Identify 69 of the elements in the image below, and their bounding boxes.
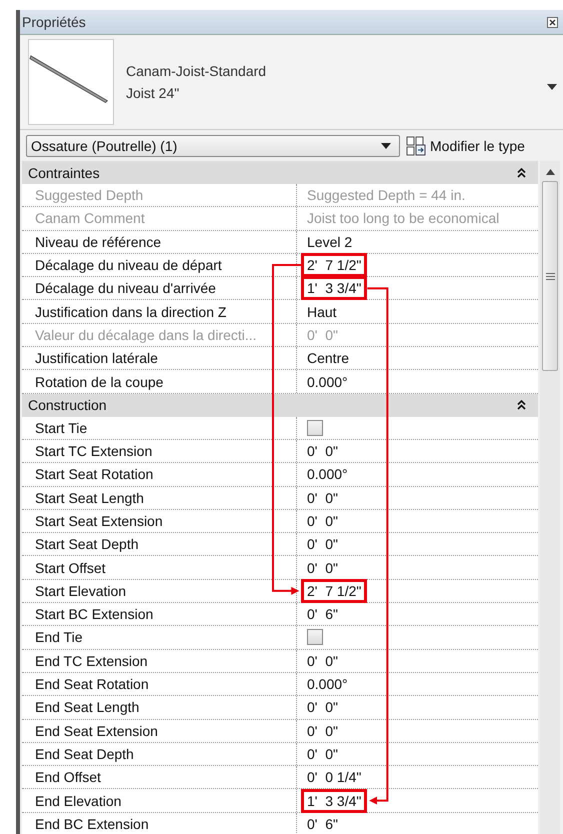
property-name: End BC Extension <box>22 812 297 834</box>
checkbox[interactable] <box>307 420 323 436</box>
property-name: Start Elevation <box>22 580 297 602</box>
scroll-thumb[interactable] <box>542 181 558 371</box>
property-name: Start TC Extension <box>22 440 297 462</box>
caret-icon <box>547 84 557 90</box>
property-name: Décalage du niveau de départ <box>22 254 297 276</box>
section-header[interactable]: Construction <box>22 394 538 417</box>
property-name: Décalage du niveau d'arrivée <box>22 277 297 300</box>
property-value[interactable]: 0' 0" <box>301 695 344 720</box>
highlighted-value[interactable]: 1' 3 3/4" <box>301 276 368 300</box>
property-name: End Offset <box>22 766 297 788</box>
scrollbar[interactable] <box>540 161 560 834</box>
property-name: End Tie <box>22 626 297 649</box>
highlighted-value[interactable]: 1' 3 3/4" <box>301 788 368 813</box>
property-name: Niveau de référence <box>22 230 297 253</box>
property-name: Suggested Depth <box>22 184 297 206</box>
property-name: Justification latérale <box>22 347 297 370</box>
panel-title: Propriétés <box>22 14 86 30</box>
highlighted-value[interactable]: 2' 7 1/2" <box>301 578 368 603</box>
property-name: End Elevation <box>22 789 297 812</box>
property-name: Canam Comment <box>22 207 297 230</box>
section-title: Construction <box>28 397 107 414</box>
property-name: Justification dans la direction Z <box>22 300 297 323</box>
property-value[interactable]: 0' 0" <box>301 556 344 580</box>
edit-type-icon <box>406 136 426 156</box>
property-name: Start Seat Rotation <box>22 463 297 486</box>
filter-dropdown[interactable]: Ossature (Poutrelle) (1) <box>26 135 400 157</box>
property-name: Start Seat Length <box>22 486 297 509</box>
property-value[interactable]: Level 2 <box>301 230 358 254</box>
property-name: Start Offset <box>22 556 297 579</box>
property-value[interactable]: 0' 0" <box>301 718 344 743</box>
property-value[interactable]: 0' 0 1/4" <box>301 765 368 790</box>
section-title: Contraintes <box>28 164 100 180</box>
type-name: Joist 24" <box>126 85 180 101</box>
property-value[interactable]: 0' 0" <box>301 648 344 673</box>
property-value[interactable]: 0' 0" <box>301 486 344 510</box>
property-name: Start Seat Depth <box>22 533 297 556</box>
family-name: Canam-Joist-Standard <box>126 63 268 79</box>
property-name: End Seat Extension <box>22 720 297 742</box>
property-value[interactable]: 0' 0" <box>301 439 344 464</box>
property-value[interactable]: Haut <box>301 300 343 324</box>
property-name: Rotation de la coupe <box>22 370 297 393</box>
property-name: End Seat Length <box>22 696 297 719</box>
property-name: Start Tie <box>22 416 297 439</box>
scroll-up-icon <box>546 169 554 175</box>
property-value[interactable]: 0' 0" <box>301 742 344 766</box>
property-name: End Seat Depth <box>22 742 297 766</box>
edit-type-button[interactable]: Modifier le type <box>406 136 525 156</box>
property-name: End TC Extension <box>22 650 297 672</box>
property-value[interactable]: 0' 0" <box>301 509 344 534</box>
caret-icon <box>381 143 391 149</box>
property-value[interactable]: 0.000° <box>301 370 354 394</box>
close-button[interactable] <box>546 16 559 28</box>
property-value[interactable]: Centre <box>301 346 356 370</box>
checkbox[interactable] <box>307 629 323 646</box>
property-value[interactable]: 0' 6" <box>301 602 344 626</box>
property-value[interactable]: 0.000° <box>301 462 354 486</box>
highlighted-value[interactable]: 2' 7 1/2" <box>301 253 368 278</box>
grip-icon <box>546 272 554 280</box>
property-name: Start BC Extension <box>22 603 297 626</box>
section-header[interactable]: Contraintes <box>22 161 538 184</box>
property-name: Valeur du décalage dans la directi... <box>22 324 297 346</box>
property-value[interactable]: 0' 6" <box>301 812 344 834</box>
property-name: End Seat Rotation <box>22 672 297 696</box>
property-value[interactable]: 0' 0" <box>301 532 344 556</box>
close-icon <box>547 16 558 28</box>
property-value[interactable]: 0.000° <box>301 672 354 696</box>
property-name: Start Seat Extension <box>22 510 297 532</box>
